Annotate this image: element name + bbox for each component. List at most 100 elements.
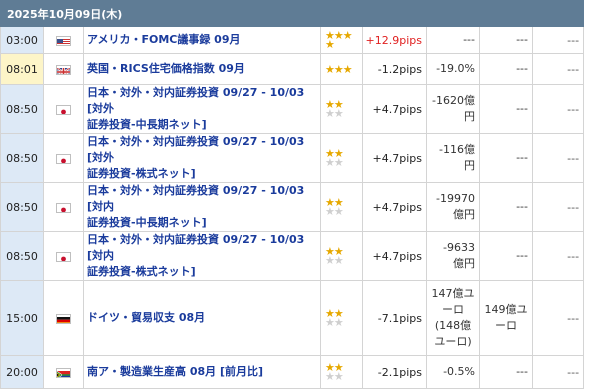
pips-change: +4.7pips [362, 133, 427, 183]
jp-flag-icon [56, 251, 71, 262]
actual-line2: 億円 [453, 208, 475, 221]
star-rating-off: ★★ [325, 316, 344, 329]
country-flag-cell [43, 53, 84, 85]
actual-line1: -19970 [436, 192, 475, 205]
event-name-line1: 日本・対外・対内証券投資 09/27 - 10/03 [対外 [87, 86, 305, 115]
importance-stars: ★★★★ [320, 355, 363, 389]
us-flag-icon [56, 35, 71, 46]
importance-stars: ★★★★ [320, 26, 363, 54]
importance-stars: ★★★★ [320, 84, 363, 134]
country-flag-cell [43, 231, 84, 281]
pips-change: +4.7pips [362, 84, 427, 134]
event-name-line1: ドイツ・貿易収支 08月 [87, 311, 206, 324]
event-row[interactable]: 08:50 日本・対外・対内証券投資 09/27 - 10/03 [対内 証券投資-… [0, 231, 585, 281]
event-name[interactable]: 日本・対外・対内証券投資 09/27 - 10/03 [対内証券投資-株式ネット… [83, 231, 321, 281]
event-name-line1: 英国・RICS住宅価格指数 09月 [87, 62, 245, 75]
event-name[interactable]: アメリカ・FOMC議事録 09月 [83, 26, 321, 54]
actual-value: -19970 億円 [426, 182, 480, 232]
forecast-line1: --- [516, 33, 528, 46]
actual-value: -9633 億円 [426, 231, 480, 281]
previous-value: --- [531, 231, 585, 281]
event-name-line1: 日本・対外・対内証券投資 09/27 - 10/03 [対内 [87, 233, 305, 262]
pips-change: +4.7pips [362, 182, 427, 232]
event-name[interactable]: 日本・対外・対内証券投資 09/27 - 10/03 [対内 証券投資-中長期ネッ… [83, 182, 321, 232]
forecast-line1: --- [516, 365, 528, 378]
forecast-line1: --- [516, 249, 528, 262]
star-rating-off: ★★ [325, 156, 344, 169]
actual-line2: 円 [464, 159, 475, 172]
importance-stars: ★★★★ [320, 133, 363, 183]
country-flag-cell [43, 26, 84, 54]
event-row[interactable]: 20:00 南ア・製造業生産高 08月 [前月比] ★★ ★★ -2.1pips -0.5… [0, 355, 585, 389]
uk-flag-icon [56, 64, 71, 75]
actual-line1: -0.5% [443, 365, 475, 378]
star-rating-off: ★★ [325, 370, 344, 383]
event-row[interactable]: 03:00 アメリカ・FOMC議事録 09月 ★★★ ★ +12.9pips --- ---… [0, 26, 585, 54]
event-name-line2: 証券投資-中長期ネット] [87, 118, 207, 131]
pips-change: +4.7pips [362, 231, 427, 281]
importance-stars: ★★★ [320, 53, 363, 85]
previous-value: --- [531, 84, 585, 134]
actual-line1: -9633 [443, 241, 475, 254]
actual-line2: ーロ [442, 303, 464, 316]
previous-value: --- [531, 26, 585, 54]
star-rating-off: ★★ [325, 254, 344, 267]
event-name-line2: 証券投資-株式ネット] [87, 265, 196, 278]
actual-line4: ユーロ) [434, 335, 472, 348]
actual-line2: 億円 [453, 257, 475, 270]
event-name[interactable]: 英国・RICS住宅価格指数 09月 [83, 53, 321, 85]
forecast-value: --- [479, 355, 533, 389]
previous-value: --- [531, 182, 585, 232]
pips-change: -2.1pips [362, 355, 427, 389]
event-name-line2: 証券投資-株式ネット] [87, 167, 196, 180]
actual-value: -1620億円 [426, 84, 480, 134]
event-row[interactable]: 08:01 英国・RICS住宅価格指数 09月 ★★★ -1.2pips -19.0% -… [0, 53, 585, 85]
date-header: 2025年10月09日(木) [0, 0, 585, 27]
country-flag-cell [43, 133, 84, 183]
forecast-line1: --- [516, 102, 528, 115]
event-row[interactable]: 08:50 日本・対外・対内証券投資 09/27 - 10/03 [対内 証券投資-… [0, 182, 585, 232]
forecast-line2: ーロ [495, 319, 517, 332]
event-time: 20:00 [0, 355, 44, 389]
actual-value: 147億ユーロ (148億ユーロ) [426, 280, 480, 356]
actual-line1: 147億ユ [431, 287, 475, 300]
forecast-line1: --- [516, 151, 528, 164]
forecast-line1: 149億ユ [484, 303, 528, 316]
jp-flag-icon [56, 104, 71, 115]
country-flag-cell [43, 355, 84, 389]
event-time: 08:50 [0, 84, 44, 134]
country-flag-cell [43, 280, 84, 356]
previous-value: --- [531, 355, 585, 389]
forecast-value: --- [479, 26, 533, 54]
country-flag-cell [43, 84, 84, 134]
event-row[interactable]: 08:50 日本・対外・対内証券投資 09/27 - 10/03 [対外証券投資-… [0, 84, 585, 134]
event-row[interactable]: 15:00 ドイツ・貿易収支 08月 ★★ ★★ -7.1pips 147億ユ ーロ (148… [0, 280, 585, 356]
importance-stars: ★★★★ [320, 280, 363, 356]
de-flag-icon [56, 313, 71, 324]
event-name[interactable]: ドイツ・貿易収支 08月 [83, 280, 321, 356]
forecast-value: --- [479, 182, 533, 232]
previous-value: --- [531, 280, 585, 356]
event-name-line1: 日本・対外・対内証券投資 09/27 - 10/03 [対外 [87, 135, 305, 164]
star-rating-off: ★★ [325, 205, 344, 218]
actual-line1: -1620億 [432, 94, 475, 107]
event-name-line1: 日本・対外・対内証券投資 09/27 - 10/03 [対内 [87, 184, 305, 213]
forecast-value: --- [479, 231, 533, 281]
event-name[interactable]: 日本・対外・対内証券投資 09/27 - 10/03 [対外証券投資-株式ネット… [83, 133, 321, 183]
pips-change: +12.9pips [362, 26, 427, 54]
event-name-line1: 南ア・製造業生産高 08月 [前月比] [87, 365, 264, 378]
event-time: 08:50 [0, 133, 44, 183]
actual-line3: (148億 [434, 319, 472, 332]
star-rating-line2: ★ [325, 38, 335, 51]
star-rating-off: ★★ [325, 107, 344, 120]
event-name[interactable]: 南ア・製造業生産高 08月 [前月比] [83, 355, 321, 389]
importance-stars: ★★★★ [320, 182, 363, 232]
event-row[interactable]: 08:50 日本・対外・対内証券投資 09/27 - 10/03 [対外証券投資-… [0, 133, 585, 183]
actual-line1: --- [463, 33, 475, 46]
event-time: 15:00 [0, 280, 44, 356]
previous-value: --- [531, 53, 585, 85]
event-name[interactable]: 日本・対外・対内証券投資 09/27 - 10/03 [対外証券投資-中長期ネッ… [83, 84, 321, 134]
jp-flag-icon [56, 202, 71, 213]
forecast-value: --- [479, 53, 533, 85]
star-rating-line1: ★★★ [325, 62, 353, 76]
